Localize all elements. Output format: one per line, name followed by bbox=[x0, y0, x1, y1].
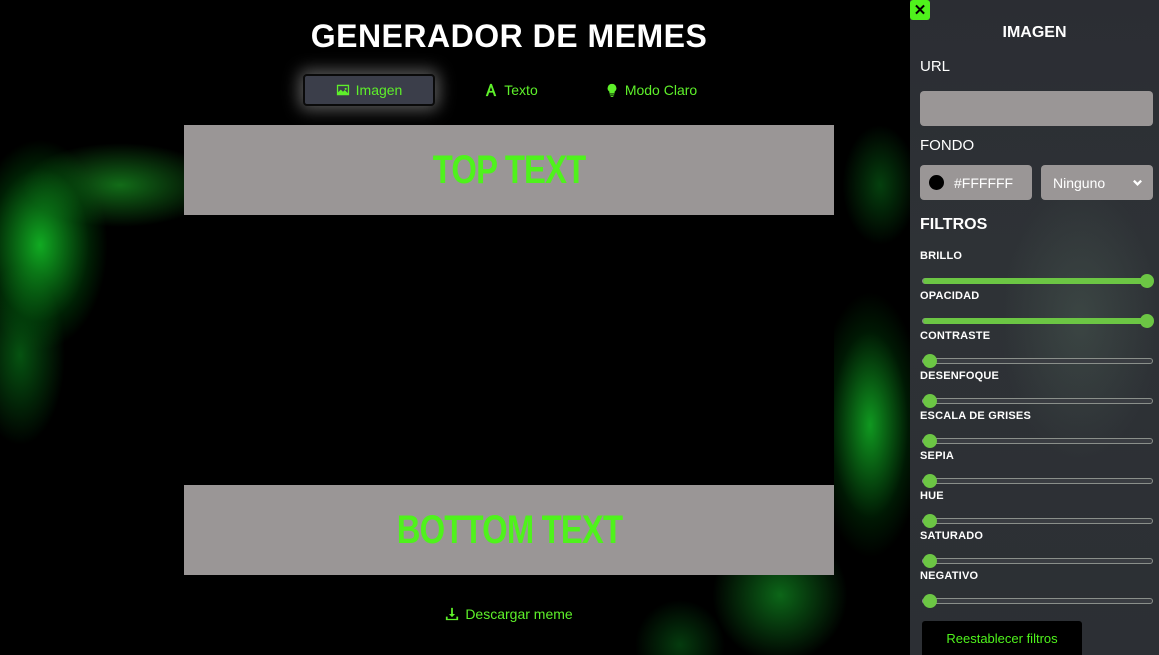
chevron-down-icon bbox=[1133, 179, 1142, 186]
slider-thumb[interactable] bbox=[923, 394, 937, 408]
filter-label: OPACIDAD bbox=[920, 290, 980, 302]
filter-slider[interactable] bbox=[922, 274, 1154, 288]
filter-slider[interactable] bbox=[922, 594, 1153, 608]
filter-label: HUE bbox=[920, 490, 944, 502]
slider-thumb[interactable] bbox=[923, 434, 937, 448]
filter-slider[interactable] bbox=[922, 474, 1153, 488]
tab-text[interactable]: Texto bbox=[475, 74, 547, 106]
slider-thumb[interactable] bbox=[1140, 274, 1154, 288]
filter-slider[interactable] bbox=[922, 514, 1153, 528]
page-title: GENERADOR DE MEMES bbox=[310, 18, 708, 54]
blend-mode-value: Ninguno bbox=[1053, 174, 1106, 191]
meme-canvas: TOP TEXT BOTTOM TEXT bbox=[184, 125, 834, 575]
image-icon bbox=[336, 84, 349, 96]
filter-slider[interactable] bbox=[922, 394, 1153, 408]
color-swatch bbox=[929, 175, 944, 190]
image-panel: ✕ IMAGEN URL FONDO #FFFFFF Ninguno FILTR… bbox=[910, 0, 1159, 655]
lightbulb-icon bbox=[607, 83, 617, 97]
blend-mode-select[interactable]: Ninguno bbox=[1041, 165, 1153, 200]
download-label: Descargar meme bbox=[465, 606, 573, 622]
url-input[interactable] bbox=[920, 91, 1153, 126]
meme-bottom-text: BOTTOM TEXT bbox=[184, 485, 834, 575]
filter-label: ESCALA DE GRISES bbox=[920, 410, 1031, 422]
download-icon bbox=[446, 607, 459, 621]
slider-fill bbox=[923, 318, 1152, 324]
close-panel-button[interactable]: ✕ bbox=[910, 0, 930, 20]
background-color-picker[interactable]: #FFFFFF bbox=[920, 165, 1032, 200]
tab-image[interactable]: Imagen bbox=[303, 74, 435, 106]
filter-label: BRILLO bbox=[920, 250, 963, 262]
text-icon bbox=[486, 83, 497, 97]
light-mode-button[interactable]: Modo Claro bbox=[596, 74, 706, 106]
filter-slider[interactable] bbox=[922, 314, 1154, 328]
slider-fill bbox=[923, 278, 1152, 284]
filter-slider[interactable] bbox=[922, 354, 1153, 368]
slider-thumb[interactable] bbox=[923, 554, 937, 568]
panel-title: IMAGEN bbox=[1002, 24, 1067, 41]
filter-label: NEGATIVO bbox=[920, 570, 979, 582]
download-meme-button[interactable]: Descargar meme bbox=[184, 606, 834, 622]
filter-label: SEPIA bbox=[920, 450, 955, 462]
slider-thumb[interactable] bbox=[923, 514, 937, 528]
filter-slider[interactable] bbox=[922, 434, 1153, 448]
slider-thumb[interactable] bbox=[1140, 314, 1154, 328]
background-color-value: #FFFFFF bbox=[954, 174, 1014, 191]
light-mode-label: Modo Claro bbox=[624, 82, 698, 98]
tab-text-label: Texto bbox=[504, 82, 538, 98]
meme-top-text: TOP TEXT bbox=[184, 125, 834, 215]
filter-slider[interactable] bbox=[922, 554, 1153, 568]
top-nav: Imagen Texto Modo Claro bbox=[0, 74, 910, 106]
slider-thumb[interactable] bbox=[923, 474, 937, 488]
filter-label: SATURADO bbox=[920, 530, 984, 542]
filters-title: FILTROS bbox=[920, 216, 988, 233]
reset-filters-button[interactable]: Reestablecer filtros bbox=[922, 621, 1082, 655]
background-label: FONDO bbox=[920, 137, 975, 154]
filter-label: DESENFOQUE bbox=[920, 370, 1000, 382]
tab-image-label: Imagen bbox=[355, 82, 403, 98]
url-label: URL bbox=[920, 58, 951, 75]
filter-label: CONTRASTE bbox=[920, 330, 991, 342]
slider-thumb[interactable] bbox=[923, 354, 937, 368]
slider-thumb[interactable] bbox=[923, 594, 937, 608]
close-icon: ✕ bbox=[913, 1, 927, 19]
